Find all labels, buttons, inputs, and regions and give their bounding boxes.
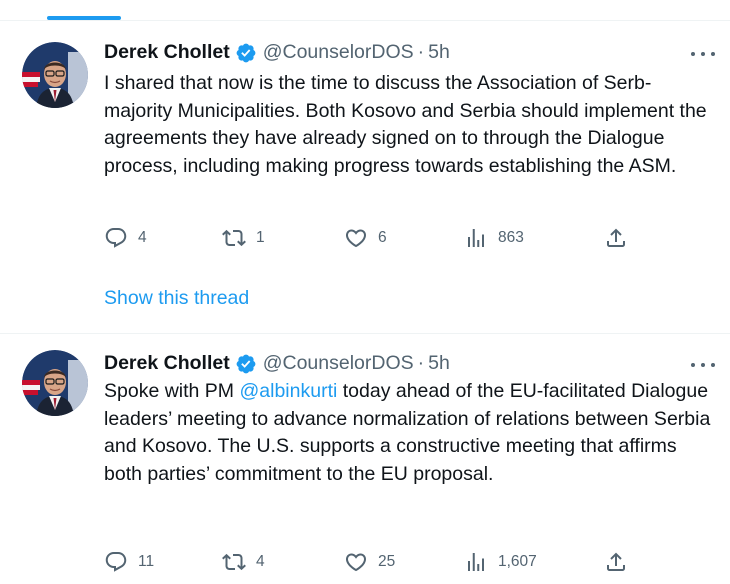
separator: ·	[417, 41, 425, 63]
retweet-icon	[222, 229, 246, 247]
view-count: 1,607	[498, 553, 537, 570]
show-thread-link[interactable]: Show this thread	[104, 287, 249, 310]
mention-link[interactable]: @albinkurti	[239, 380, 337, 402]
verified-badge-icon	[235, 353, 257, 375]
retweet-button[interactable]: 1	[222, 225, 265, 251]
reply-button[interactable]: 11	[104, 549, 154, 575]
avatar[interactable]	[22, 42, 88, 108]
like-icon	[345, 229, 367, 248]
retweet-count: 4	[256, 553, 265, 570]
reply-count: 11	[138, 553, 155, 570]
author-name[interactable]: Derek Chollet	[104, 352, 230, 375]
like-icon	[345, 553, 367, 572]
tweet-header: Derek Chollet @CounselorDOS · 5h	[104, 352, 450, 375]
share-icon	[607, 228, 625, 247]
avatar[interactable]	[22, 350, 88, 416]
timestamp[interactable]: 5h	[428, 41, 450, 64]
reply-count: 4	[138, 229, 147, 246]
more-icon[interactable]	[688, 43, 718, 65]
views-button[interactable]: 863	[464, 225, 524, 251]
views-button[interactable]: 1,607	[464, 549, 537, 575]
reply-icon	[105, 228, 127, 248]
tweet-text: I shared that now is the time to discuss…	[104, 72, 707, 177]
like-button[interactable]: 25	[344, 549, 395, 575]
verified-badge-icon	[235, 42, 257, 64]
like-button[interactable]: 6	[344, 225, 387, 251]
author-name[interactable]: Derek Chollet	[104, 41, 230, 64]
more-icon[interactable]	[688, 354, 718, 376]
retweet-icon	[222, 553, 246, 571]
like-count: 6	[378, 229, 387, 246]
author-handle[interactable]: @CounselorDOS	[263, 41, 414, 64]
author-handle[interactable]: @CounselorDOS	[263, 352, 414, 375]
reply-icon	[105, 552, 127, 572]
tweet-actions: 4 1 6 863	[104, 225, 644, 251]
timestamp[interactable]: 5h	[428, 352, 450, 375]
share-icon	[607, 552, 625, 571]
tweet-text: Spoke with PM @albinkurti today ahead of…	[104, 378, 714, 488]
tweet[interactable]: Derek Chollet @CounselorDOS · 5h I share…	[0, 21, 730, 333]
like-count: 25	[378, 553, 396, 570]
share-button[interactable]	[604, 225, 628, 251]
view-count: 863	[498, 229, 524, 246]
retweet-count: 1	[256, 229, 265, 246]
tweet-actions: 11 4 25 1,607	[104, 549, 644, 575]
tweet-text-part: Spoke with PM	[104, 380, 240, 402]
retweet-button[interactable]: 4	[222, 549, 265, 575]
views-icon	[468, 229, 484, 247]
tweet-header: Derek Chollet @CounselorDOS · 5h	[104, 41, 450, 64]
tweet[interactable]: Derek Chollet @CounselorDOS · 5h Spoke w…	[0, 333, 730, 584]
separator: ·	[417, 352, 425, 374]
share-button[interactable]	[604, 549, 628, 575]
reply-button[interactable]: 4	[104, 225, 147, 251]
views-icon	[468, 553, 484, 571]
